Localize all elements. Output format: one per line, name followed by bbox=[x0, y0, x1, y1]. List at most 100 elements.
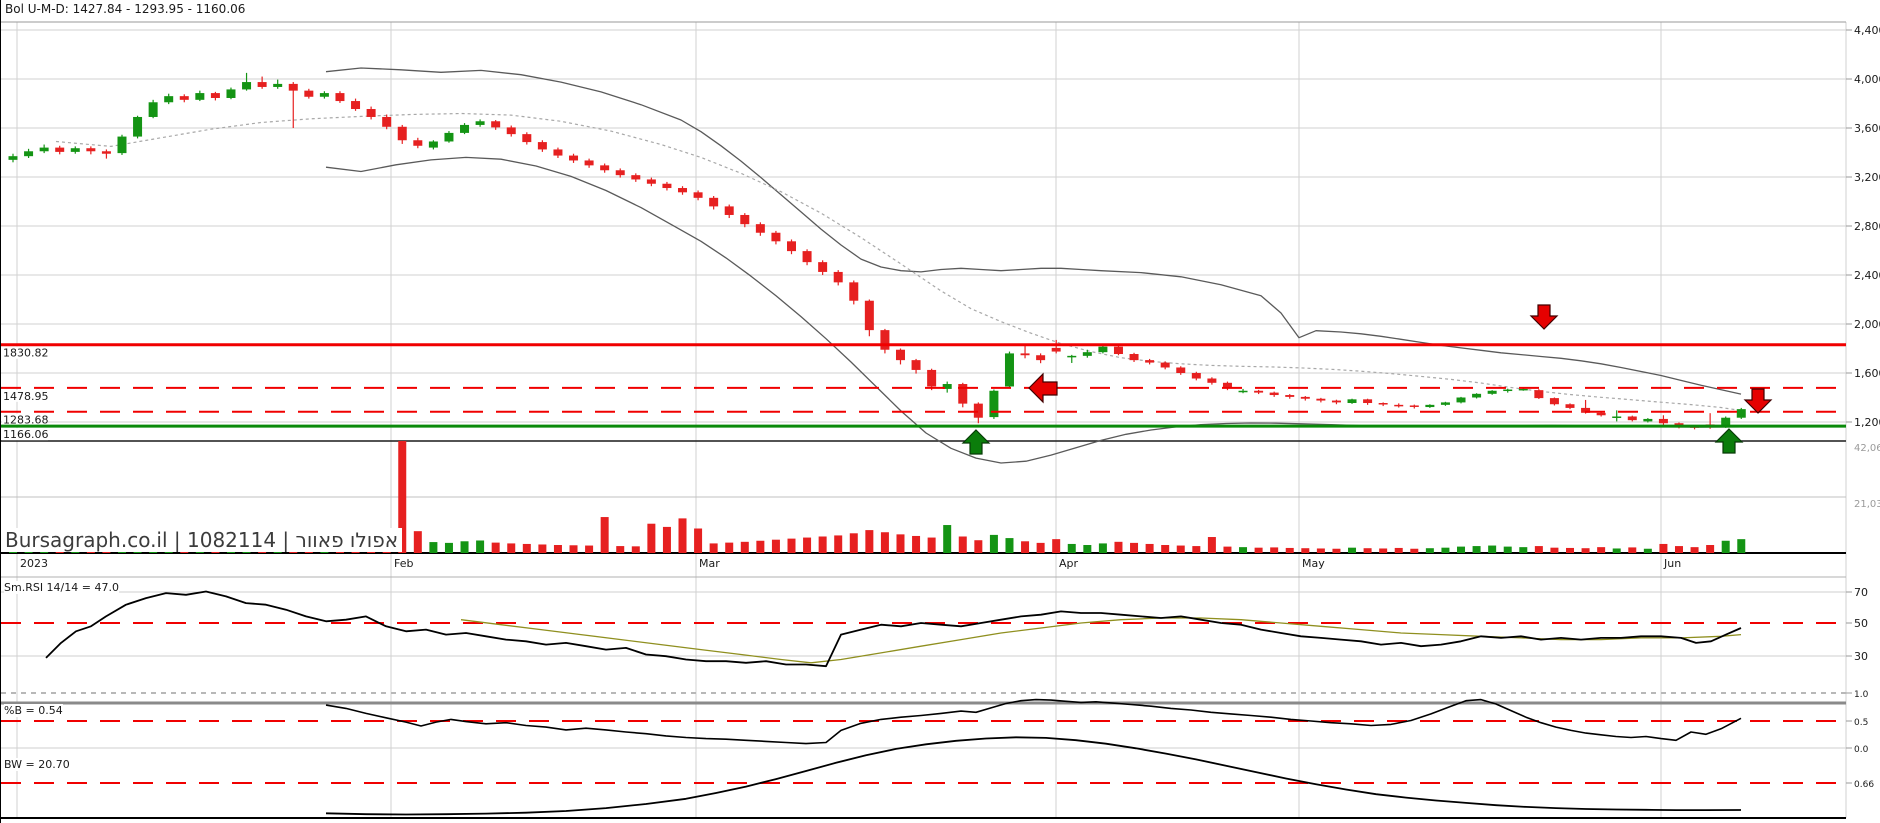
volume-bar bbox=[647, 523, 656, 553]
candle-body bbox=[849, 282, 859, 301]
candle-body bbox=[1300, 396, 1310, 399]
candle-body bbox=[273, 83, 283, 87]
volume-bar bbox=[974, 540, 983, 553]
volume-bar bbox=[849, 533, 858, 553]
volume-bar bbox=[1161, 545, 1170, 553]
down-arrow-marker[interactable] bbox=[1529, 304, 1559, 330]
rsi-line bbox=[45, 590, 1742, 668]
stock-chart-canvas[interactable]: 4,400 4,000 3,600 3,200 2,800 2,400 2,000 1,600… bbox=[1, 0, 1880, 823]
candle-body bbox=[1363, 399, 1373, 404]
branding-ticker-label: Bursagraph.co.il | 1082114 | אפולו פאוור bbox=[5, 528, 403, 552]
candle-body bbox=[39, 147, 49, 152]
volume-bar bbox=[818, 536, 827, 553]
volume-bar bbox=[1441, 547, 1450, 553]
candle-body bbox=[755, 224, 765, 233]
price-axis-tick-label: 3,600 bbox=[1854, 122, 1880, 135]
volume-axis-label: 21,033 bbox=[1854, 499, 1880, 510]
up-arrow-marker[interactable] bbox=[961, 429, 991, 455]
candle-body bbox=[24, 151, 34, 157]
volume-bar bbox=[880, 532, 889, 553]
month-label: Mar bbox=[699, 557, 720, 570]
down-arrow-marker[interactable] bbox=[1743, 388, 1773, 414]
candle-body bbox=[475, 121, 485, 125]
candle-body bbox=[1565, 404, 1575, 408]
candle-body bbox=[522, 134, 532, 143]
price-axis-tick-label: 2,800 bbox=[1854, 220, 1880, 233]
volume-bar bbox=[1145, 543, 1154, 553]
left-arrow-marker[interactable] bbox=[1028, 372, 1058, 404]
chart-window: 4,400 4,000 3,600 3,200 2,800 2,400 2,000 1,600… bbox=[0, 0, 1880, 823]
volume-bar bbox=[538, 544, 547, 553]
volume-bar bbox=[1067, 543, 1076, 553]
volume-bar bbox=[1192, 546, 1201, 553]
volume-bar bbox=[429, 542, 438, 553]
candle-body bbox=[288, 83, 298, 91]
price-axis-tick-label: 3,200 bbox=[1854, 171, 1880, 184]
candle-body bbox=[973, 403, 983, 418]
candle-body bbox=[1487, 390, 1497, 394]
volume-bar bbox=[476, 540, 485, 553]
candle-body bbox=[179, 96, 189, 100]
price-axis-tick-label: 4,400 bbox=[1854, 24, 1880, 37]
lower-panel-tick-label: 30 bbox=[1854, 650, 1868, 663]
volume-bar bbox=[756, 540, 765, 553]
candle-body bbox=[646, 179, 656, 184]
volume-bar bbox=[1674, 546, 1683, 553]
candle-body bbox=[1160, 362, 1170, 368]
candle-body bbox=[584, 160, 594, 166]
lower-panel-tick-label: 50 bbox=[1854, 617, 1868, 630]
candle-body bbox=[1036, 355, 1046, 361]
candle-body bbox=[1596, 412, 1606, 416]
candle-body bbox=[615, 170, 625, 176]
bollinger-lower-line bbox=[325, 156, 1742, 464]
month-label: May bbox=[1302, 557, 1325, 570]
volume-bar bbox=[1472, 546, 1481, 553]
candle-body bbox=[1082, 352, 1092, 356]
bandwidth-panel-label: BW = 20.70 bbox=[4, 758, 70, 771]
candle-body bbox=[1456, 397, 1466, 403]
candle-body bbox=[1378, 403, 1388, 405]
candle-body bbox=[709, 197, 719, 207]
price-axis-tick-label: 1,200 bbox=[1854, 416, 1880, 429]
volume-bar bbox=[865, 530, 874, 553]
candle-body bbox=[1254, 390, 1264, 393]
candle-body bbox=[257, 82, 267, 87]
candle-body bbox=[1472, 393, 1482, 398]
up-arrow-marker[interactable] bbox=[1714, 428, 1744, 454]
candle-body bbox=[1736, 409, 1746, 418]
volume-bar bbox=[1737, 539, 1746, 553]
volume-bar bbox=[585, 545, 594, 553]
volume-bar bbox=[709, 543, 718, 553]
candle-body bbox=[1394, 404, 1404, 407]
candle-body bbox=[1518, 388, 1528, 391]
candle-body bbox=[1238, 390, 1248, 393]
candle-body bbox=[927, 369, 937, 387]
volume-bar bbox=[631, 546, 640, 553]
volume-bar bbox=[1581, 548, 1590, 553]
price-axis-tick-label: 2,400 bbox=[1854, 269, 1880, 282]
volume-bar bbox=[803, 537, 812, 553]
price-level-label: 1478.95 bbox=[3, 390, 49, 403]
volume-bar bbox=[1612, 548, 1621, 553]
candle-body bbox=[351, 101, 361, 110]
bollinger-values-label: Bol U-M-D: 1427.84 - 1293.95 - 1160.06 bbox=[5, 2, 246, 16]
volume-bar bbox=[1114, 541, 1123, 553]
volume-bar bbox=[787, 538, 796, 553]
volume-bar bbox=[1207, 537, 1216, 553]
volume-bar bbox=[740, 541, 749, 553]
volume-bar bbox=[896, 534, 905, 553]
volume-bar bbox=[989, 534, 998, 553]
volume-bar bbox=[1394, 547, 1403, 553]
candle-body bbox=[724, 206, 734, 215]
candle-body bbox=[101, 151, 111, 154]
volume-bar bbox=[1597, 547, 1606, 553]
volume-bar bbox=[1425, 548, 1434, 553]
volume-bar bbox=[491, 542, 500, 553]
volume-bar bbox=[1690, 547, 1699, 553]
lower-panel-tick-label: 0.0 bbox=[1854, 745, 1869, 755]
candle-body bbox=[1347, 399, 1357, 404]
volume-bar bbox=[1550, 547, 1559, 553]
volume-bar bbox=[1706, 545, 1715, 553]
volume-bar bbox=[678, 518, 687, 553]
candle-body bbox=[1145, 360, 1155, 363]
